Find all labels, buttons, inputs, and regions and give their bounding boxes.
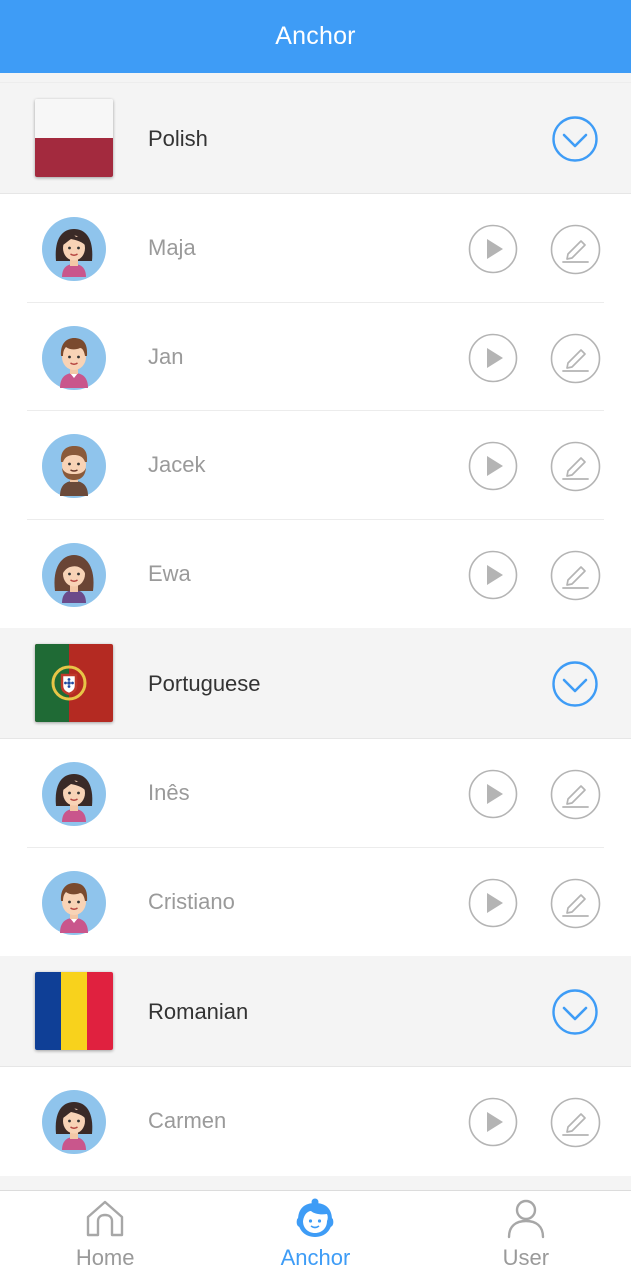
anchor-name: Carmen [148, 1108, 227, 1133]
tab-home[interactable]: Home [0, 1191, 210, 1280]
tab-user[interactable]: User [421, 1191, 631, 1280]
bottom-tab-bar: Home Anchor User [0, 1190, 631, 1280]
anchor-row[interactable]: Jan [0, 302, 631, 411]
play-button[interactable] [468, 1097, 518, 1147]
anchor-name: Jacek [148, 452, 206, 477]
edit-button[interactable] [550, 224, 601, 275]
language-label: Portuguese [148, 671, 261, 696]
edit-button[interactable] [550, 1097, 601, 1148]
play-button[interactable] [468, 441, 518, 491]
edit-button[interactable] [550, 769, 601, 820]
edit-button[interactable] [550, 550, 601, 601]
portugal-flag [35, 644, 113, 722]
female-avatar [42, 542, 106, 607]
anchor-row[interactable]: Inês [0, 739, 631, 848]
romania-flag [35, 972, 113, 1050]
play-button[interactable] [468, 550, 518, 600]
anchor-row[interactable]: Carmen [0, 1067, 631, 1176]
language-header-portuguese[interactable]: Portuguese [0, 628, 631, 739]
female-avatar [42, 217, 106, 281]
anchor-icon [294, 1197, 336, 1239]
language-header-polish[interactable]: Polish [0, 83, 631, 194]
app-root: Anchor Polish Maja Jan Jacek Ewa Portugu… [0, 0, 631, 1280]
play-button[interactable] [468, 878, 518, 928]
chevron-down-icon[interactable] [552, 116, 598, 162]
chevron-down-icon[interactable] [552, 989, 598, 1035]
tab-anchor[interactable]: Anchor [210, 1191, 420, 1280]
male-beard-avatar [42, 434, 106, 498]
play-button[interactable] [468, 333, 518, 383]
tab-label: Anchor [280, 1245, 351, 1270]
anchor-row[interactable]: Cristiano [0, 847, 631, 956]
language-header-romanian[interactable]: Romanian [0, 956, 631, 1067]
edit-button[interactable] [550, 878, 601, 929]
home-icon [84, 1197, 126, 1239]
language-label: Polish [148, 126, 208, 151]
anchor-name: Cristiano [148, 888, 235, 914]
anchor-row[interactable]: Ewa [0, 519, 631, 628]
anchor-name: Maja [148, 235, 196, 260]
anchor-name: Jan [148, 343, 184, 369]
user-icon [505, 1197, 547, 1239]
page-title: Anchor [275, 22, 356, 50]
chevron-down-icon[interactable] [552, 661, 598, 707]
play-button[interactable] [468, 769, 518, 819]
poland-flag [35, 99, 113, 177]
female-avatar [42, 1090, 106, 1154]
male-avatar [42, 870, 106, 935]
play-button[interactable] [468, 224, 518, 274]
edit-button[interactable] [550, 441, 601, 492]
male-avatar [42, 325, 106, 390]
top-bar: Anchor [0, 0, 631, 73]
anchor-name: Inês [148, 780, 190, 805]
anchor-list[interactable]: Polish Maja Jan Jacek Ewa Portuguese Inê… [0, 73, 631, 1190]
tab-label: Home [75, 1245, 135, 1270]
anchor-row[interactable]: Maja [0, 194, 631, 303]
edit-button[interactable] [550, 333, 601, 384]
list-top-spacer [0, 73, 631, 83]
anchor-name: Ewa [148, 560, 191, 586]
female-avatar [42, 762, 106, 826]
language-label: Romanian [148, 999, 249, 1024]
tab-label: User [502, 1245, 550, 1270]
anchor-row[interactable]: Jacek [0, 411, 631, 520]
